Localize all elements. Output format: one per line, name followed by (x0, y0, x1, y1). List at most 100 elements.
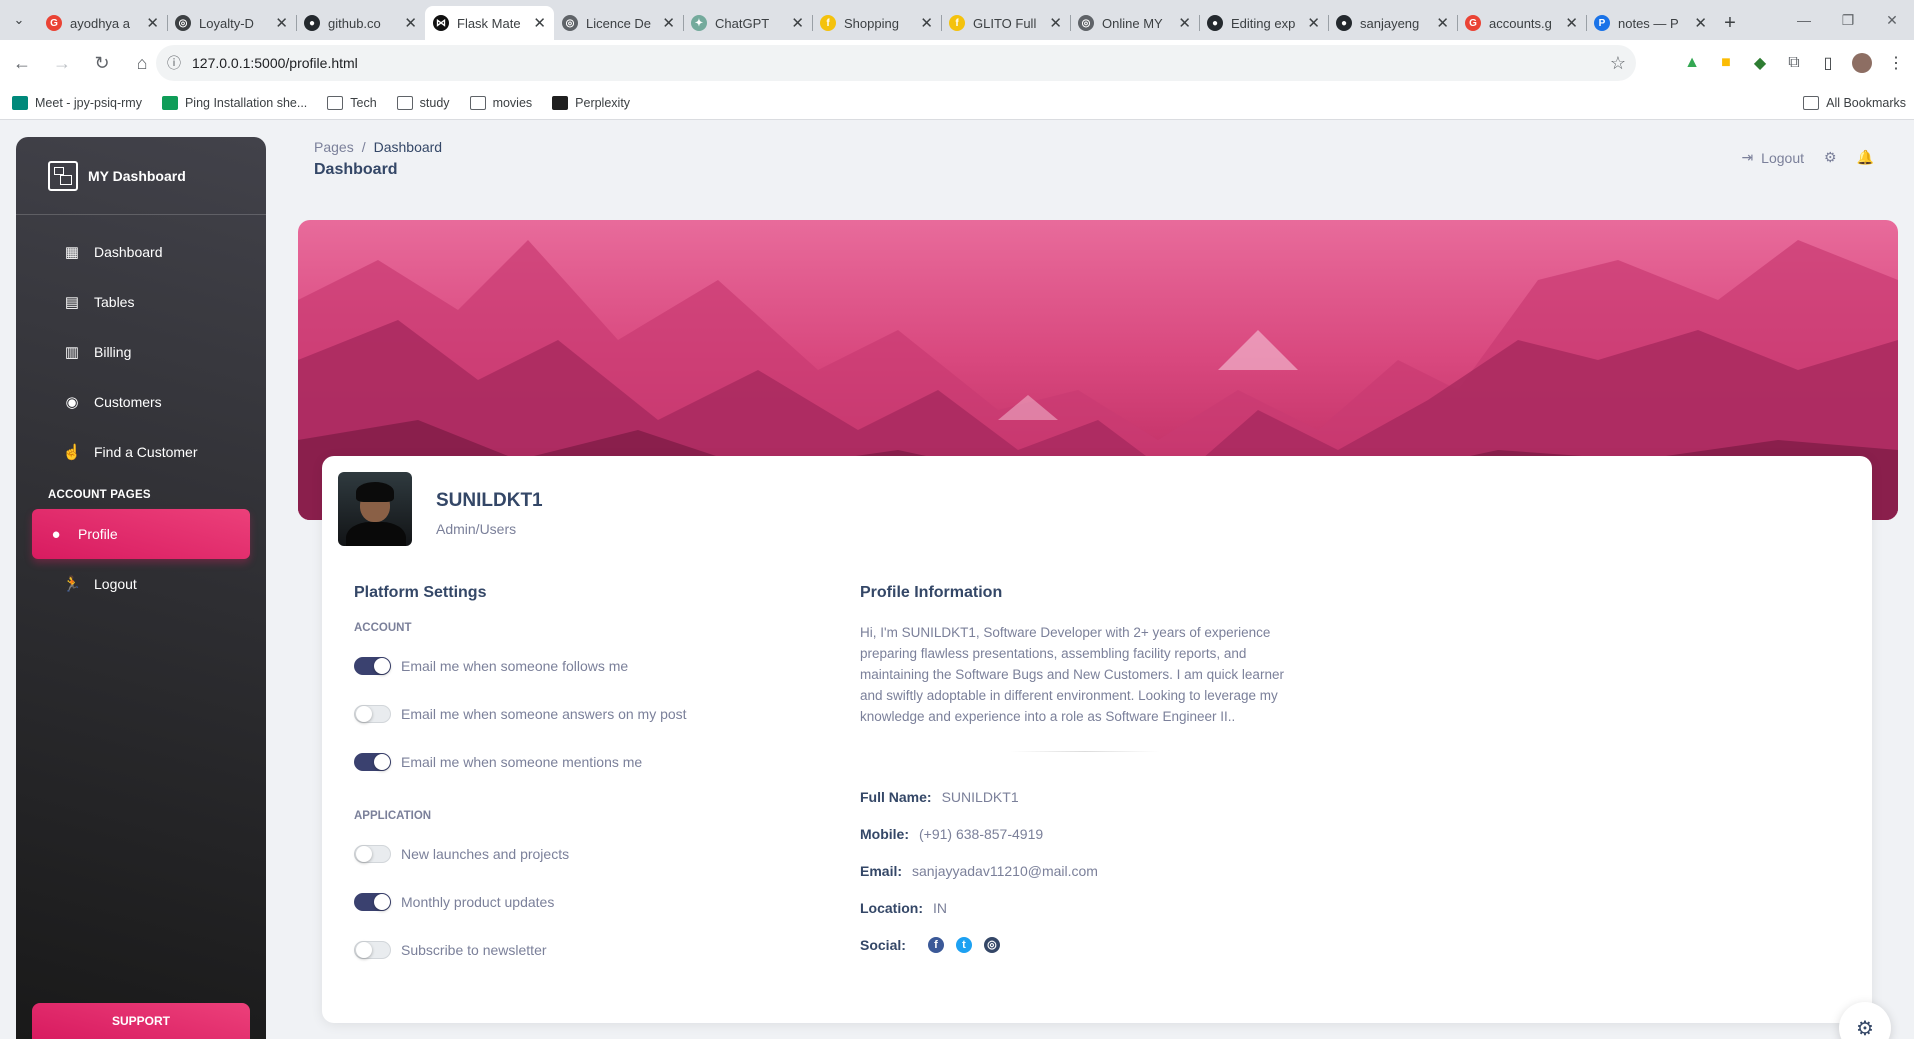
breadcrumb-root[interactable]: Pages (314, 139, 354, 155)
twitter-icon[interactable]: t (955, 936, 972, 953)
facebook-icon[interactable]: f (927, 936, 944, 953)
restore-icon[interactable]: ❐ (1826, 0, 1870, 40)
browser-tab[interactable]: ⋈ Flask Mate ✕ (425, 6, 554, 40)
bookmark-item[interactable]: movies (469, 95, 532, 110)
bookmark-item[interactable]: Meet - jpy-psiq-rmy (12, 95, 142, 110)
browser-tab[interactable]: ✦ ChatGPT ✕ (683, 6, 812, 40)
tab-favicon-icon: G (46, 15, 62, 31)
sidebar-item-billing[interactable]: ▥ Billing (32, 327, 250, 377)
url-text[interactable]: 127.0.0.1:5000/profile.html (192, 55, 1600, 71)
sidebar-item-label: Dashboard (94, 244, 163, 260)
browser-tab[interactable]: ◎ Loyalty-D ✕ (167, 6, 296, 40)
meet-icon (12, 95, 28, 110)
setting-label: Email me when someone follows me (401, 658, 629, 674)
bookmark-item[interactable]: study (396, 95, 450, 110)
home-icon[interactable]: ⌂ (124, 45, 160, 81)
browser-tab[interactable]: Pnotes — P ✕ (1586, 6, 1715, 40)
header-logout-link[interactable]: ⇥ Logout (1741, 149, 1804, 166)
tab-close-icon[interactable]: ✕ (533, 14, 546, 32)
new-tab-button[interactable]: + (1715, 6, 1745, 40)
tab-close-icon[interactable]: ✕ (662, 14, 675, 32)
brand[interactable]: MY Dashboard (16, 137, 266, 215)
folder-ext-icon[interactable]: ■ (1716, 53, 1736, 73)
browser-tab[interactable]: Gayodhya a ✕ (38, 6, 167, 40)
browser-tab[interactable]: f Shopping ✕ (812, 6, 941, 40)
sheets-icon (161, 95, 178, 110)
sidebar-item-label: Find a Customer (94, 444, 198, 460)
sidebar-item-find-a-customer[interactable]: ☝ Find a Customer (32, 427, 250, 477)
tab-title: Licence De (586, 15, 652, 31)
browser-tab[interactable]: f GLITO Full ✕ (941, 6, 1070, 40)
browser-tab[interactable]: ● sanjayeng ✕ (1328, 6, 1457, 40)
drive-icon[interactable]: ▲ (1682, 53, 1702, 73)
tab-close-icon[interactable]: ✕ (404, 14, 417, 32)
tab-close-icon[interactable]: ✕ (1565, 14, 1578, 32)
all-bookmarks-button[interactable]: All Bookmarks (1803, 86, 1906, 120)
social-row: Social: f t ◎ (860, 926, 1310, 963)
address-bar[interactable]: ⓘ 127.0.0.1:5000/profile.html ☆ (156, 45, 1636, 81)
bookmark-item[interactable]: Ping Installation she... (161, 95, 307, 110)
toggle-switch[interactable] (354, 657, 391, 675)
settings-gear-icon[interactable]: ⚙ (1824, 149, 1837, 166)
bookmark-star-icon[interactable]: ☆ (1600, 53, 1636, 74)
extension-icon[interactable]: ◆ (1750, 53, 1770, 73)
browser-tab[interactable]: Gaccounts.g ✕ (1457, 6, 1586, 40)
bookmark-item[interactable]: Perplexity (552, 95, 630, 110)
tab-title: ayodhya a (70, 15, 130, 31)
tab-favicon-icon: ● (1207, 15, 1223, 31)
tab-close-icon[interactable]: ✕ (1436, 14, 1449, 32)
site-info-icon[interactable]: ⓘ (156, 53, 192, 73)
tab-title: notes — P (1618, 15, 1679, 31)
reload-icon[interactable]: ↻ (84, 45, 120, 81)
sidebar-item-customers[interactable]: ◉ Customers (32, 377, 250, 427)
window-controls: — ❐ ✕ (1782, 0, 1914, 40)
notifications-bell-icon[interactable]: 🔔 (1857, 149, 1874, 166)
setting-label: Subscribe to newsletter (401, 942, 547, 958)
sidebar-item-label: Customers (94, 394, 162, 410)
tab-close-icon[interactable]: ✕ (920, 14, 933, 32)
setting-label: Monthly product updates (401, 894, 555, 910)
sidebar-item-dashboard[interactable]: ▦ Dashboard (32, 227, 250, 277)
toggle-switch[interactable] (354, 753, 391, 771)
tab-title: accounts.g (1489, 15, 1552, 31)
tab-close-icon[interactable]: ✕ (146, 14, 159, 32)
instagram-icon[interactable]: ◎ (983, 936, 1000, 953)
sidebar-item-label: Logout (94, 576, 137, 592)
bookmark-item[interactable]: Tech (327, 95, 377, 110)
toggle-switch[interactable] (354, 845, 391, 863)
tab-close-icon[interactable]: ✕ (1307, 14, 1320, 32)
toggle-switch[interactable] (354, 941, 391, 959)
browser-tab[interactable]: ◎ Online MY ✕ (1070, 6, 1199, 40)
info-row: Location: IN (860, 889, 1310, 926)
support-button[interactable]: SUPPORT (32, 1003, 250, 1039)
back-icon[interactable]: ← (4, 45, 40, 81)
tab-favicon-icon: ● (1336, 15, 1352, 31)
tab-close-icon[interactable]: ✕ (791, 14, 804, 32)
sidebar-item-profile[interactable]: ● Profile (32, 509, 250, 559)
browser-tab[interactable]: ● github.co ✕ (296, 6, 425, 40)
kebab-menu-icon[interactable]: ⋮ (1886, 53, 1906, 73)
sidebar-item-logout[interactable]: 🏃 Logout (32, 559, 250, 609)
puzzle-icon[interactable]: ⧉ (1784, 53, 1804, 73)
tab-close-icon[interactable]: ✕ (1694, 14, 1707, 32)
sidepanel-icon[interactable]: ▯ (1818, 53, 1838, 73)
tab-close-icon[interactable]: ✕ (1049, 14, 1062, 32)
setting-row: New launches and projects (354, 830, 834, 878)
sidebar-item-tables[interactable]: ▤ Tables (32, 277, 250, 327)
application-settings-list: New launches and projects Monthly product… (354, 830, 834, 974)
dashboard-icon: ▦ (64, 244, 80, 261)
profile-avatar-icon[interactable] (1852, 53, 1872, 73)
tab-title: Shopping (844, 15, 899, 31)
forward-icon[interactable]: → (44, 45, 80, 81)
browser-tab[interactable]: ◎ Licence De ✕ (554, 6, 683, 40)
minimize-icon[interactable]: — (1782, 0, 1826, 40)
tab-search-icon[interactable]: ⌄ (0, 0, 38, 40)
close-window-icon[interactable]: ✕ (1870, 0, 1914, 40)
customers-icon: ◉ (65, 394, 79, 411)
toggle-switch[interactable] (354, 705, 391, 723)
tab-close-icon[interactable]: ✕ (1178, 14, 1191, 32)
configurator-gear-icon[interactable]: ⚙ (1839, 1002, 1891, 1039)
tab-close-icon[interactable]: ✕ (275, 14, 288, 32)
browser-tab[interactable]: ● Editing exp ✕ (1199, 6, 1328, 40)
toggle-switch[interactable] (354, 893, 391, 911)
